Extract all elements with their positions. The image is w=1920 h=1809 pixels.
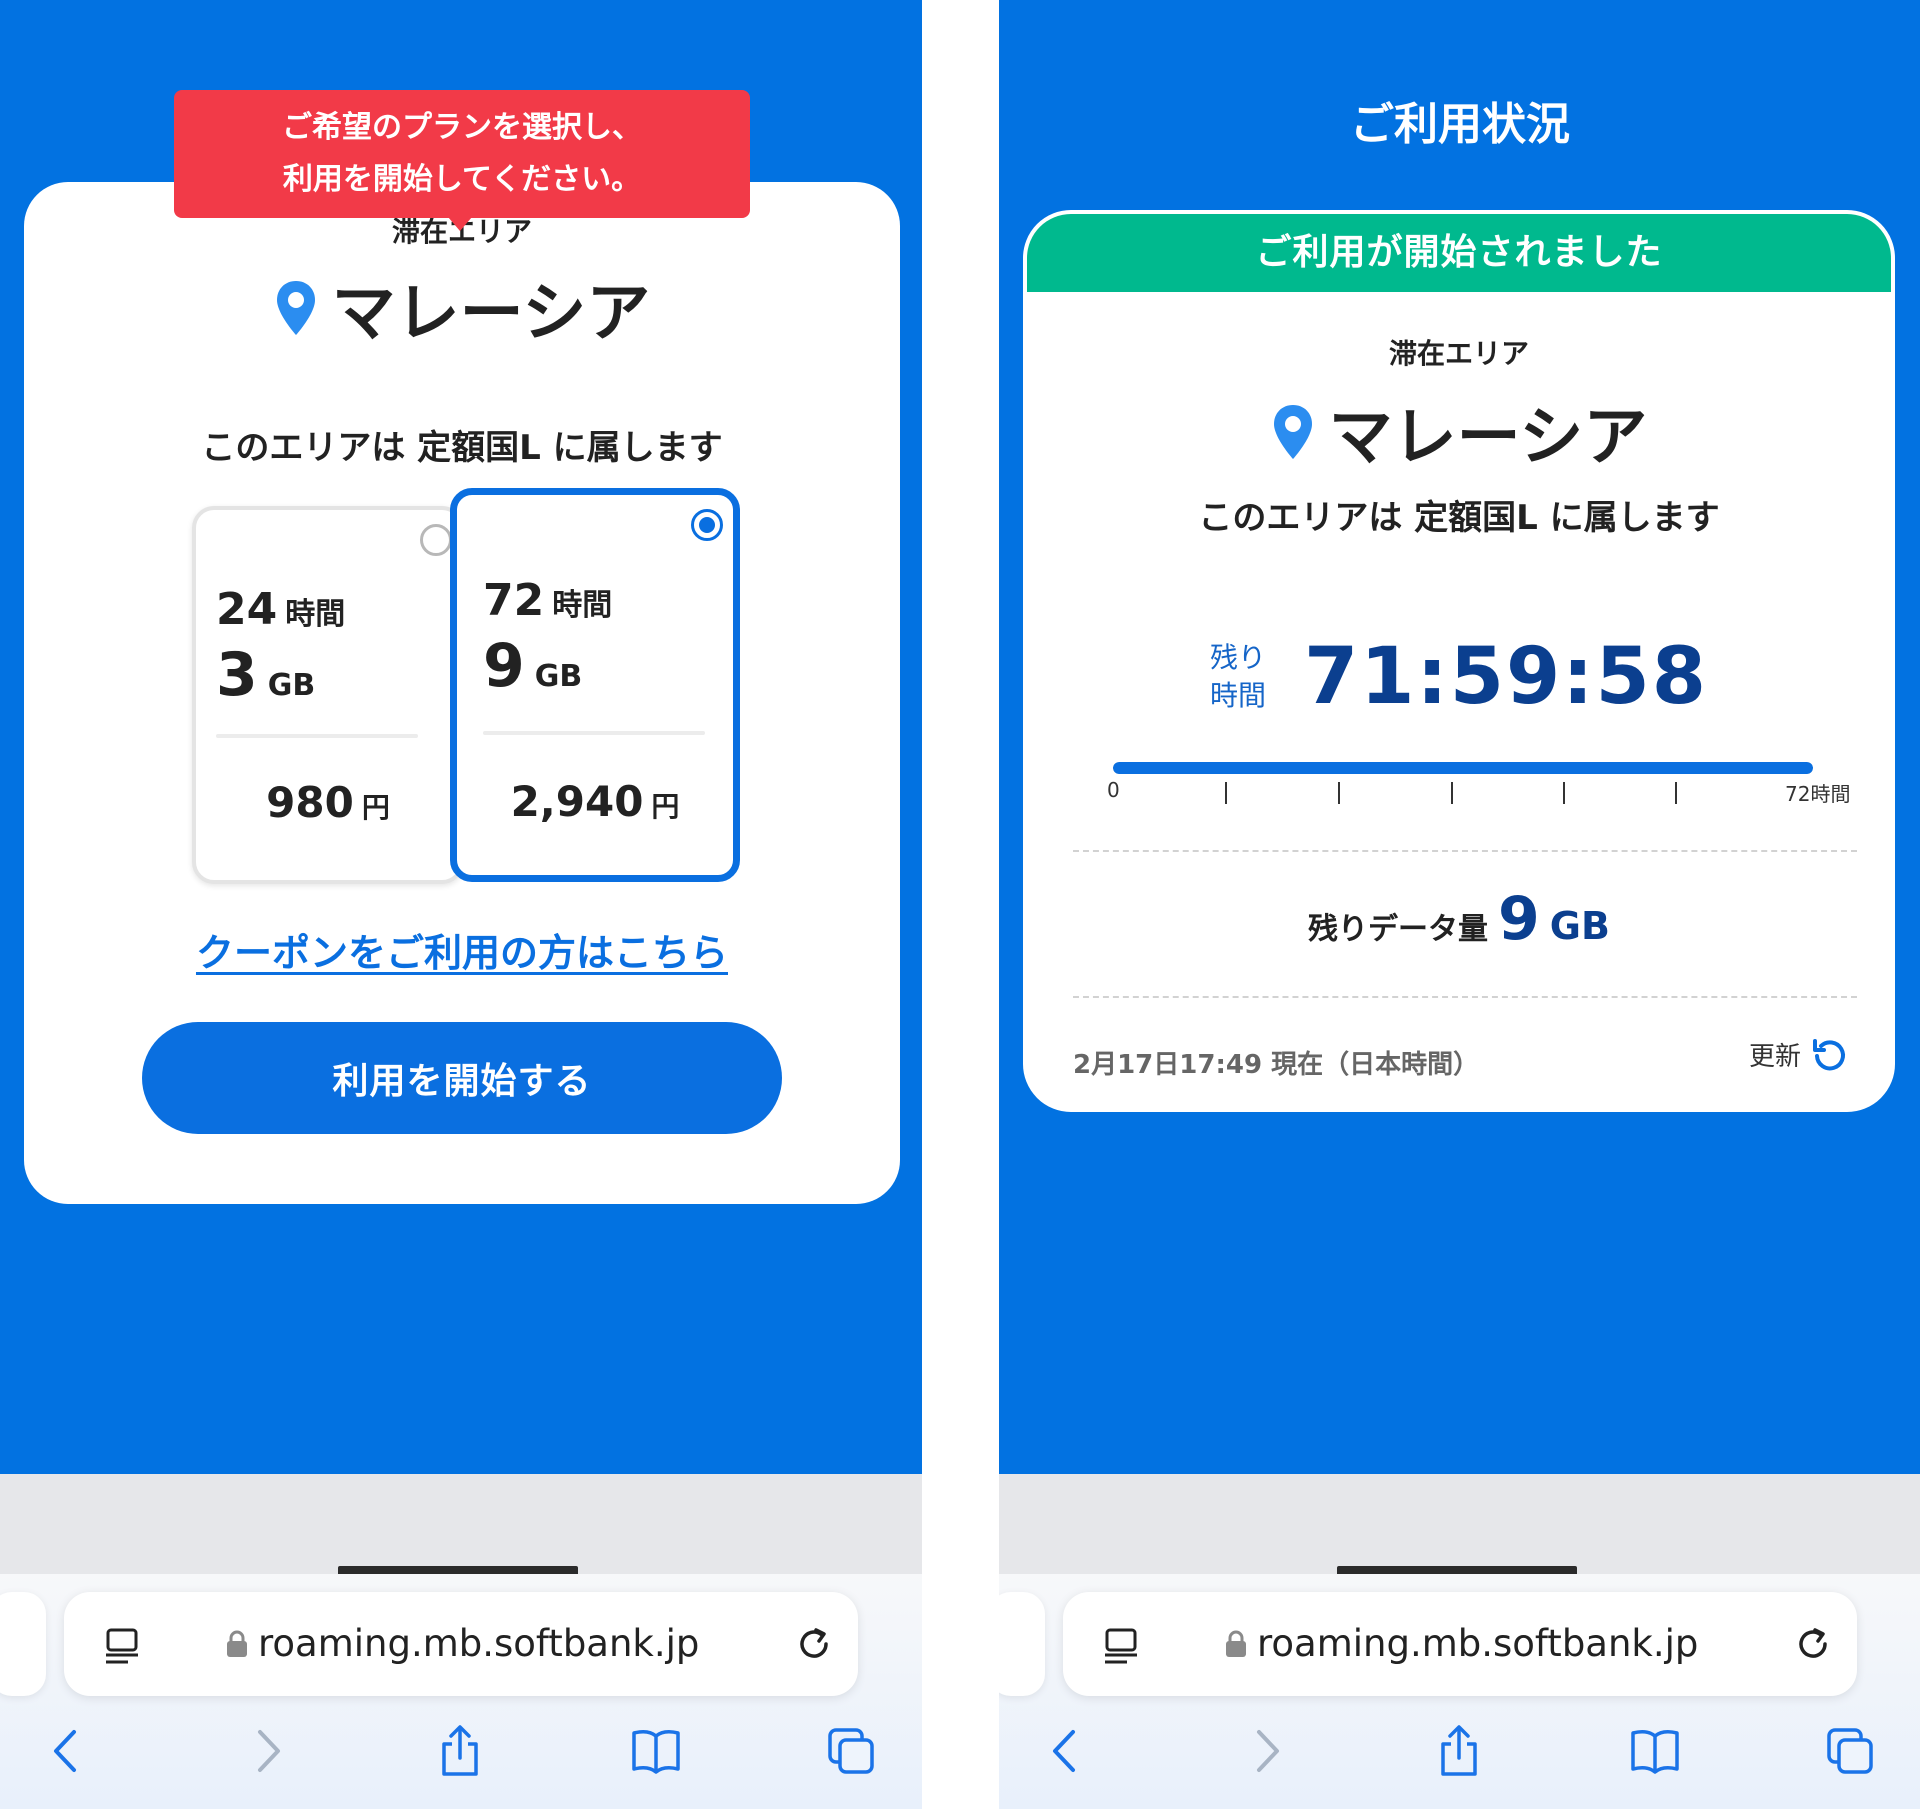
remaining-time-value: 71:59:58 (1303, 632, 1709, 722)
refresh-icon[interactable] (1811, 1037, 1847, 1073)
plan-option-24h[interactable]: 24 時間 3 GB 980 円 (192, 506, 464, 884)
plan-price: 2,940 円 (510, 777, 680, 826)
status-banner: ご利用が開始されました (1027, 214, 1891, 292)
plan-radio-24h[interactable] (420, 524, 452, 556)
footer-band (0, 1474, 922, 1574)
lock-icon (227, 1630, 247, 1657)
plan-divider (483, 731, 705, 735)
remaining-data-label: 残りデータ量 (1308, 912, 1489, 947)
remaining-data-value: 9 (1498, 884, 1540, 954)
url-display[interactable]: roaming.mb.softbank.jp (226, 1620, 786, 1668)
remaining-data-row: 残りデータ量 9 GB (1027, 884, 1891, 954)
browser-toolbar (0, 1714, 922, 1794)
location-pin-icon (276, 281, 315, 335)
scale-tick (1338, 782, 1340, 804)
previous-tab-stub[interactable] (0, 1592, 46, 1696)
reload-icon[interactable] (1791, 1622, 1835, 1666)
phone-usage-status: ご利用状況 ご利用が開始されました 滞在エリア マレーシア このエリアは 定額国… (999, 0, 1920, 1809)
instruction-tooltip: ご希望のプランを選択し、 利用を開始してください。 (174, 90, 750, 218)
country-name: マレーシア (331, 277, 651, 351)
reader-icon[interactable] (1101, 1626, 1141, 1666)
plan-price: 980 円 (266, 778, 390, 827)
scale-start-label: 0 (1107, 778, 1120, 802)
footer-logo (1337, 1566, 1577, 1574)
plan-group-text: このエリアは 定額国L に属します (1198, 498, 1720, 538)
address-bar[interactable]: roaming.mb.softbank.jp (64, 1592, 858, 1696)
share-icon[interactable] (1433, 1724, 1485, 1778)
lock-icon (1226, 1630, 1246, 1657)
timestamp: 2月17日17:49 現在（日本時間） (1073, 1050, 1480, 1080)
footer-logo (338, 1566, 578, 1574)
plan-card: 滞在エリア マレーシア このエリアは 定額国L に属します 24時間 3GB (24, 182, 900, 1204)
scale-tick (1451, 782, 1453, 804)
forward-icon[interactable] (240, 1724, 292, 1778)
footer-band (999, 1474, 1920, 1574)
url-display[interactable]: roaming.mb.softbank.jp (1225, 1620, 1785, 1668)
url-text: roaming.mb.softbank.jp (1257, 1622, 1699, 1665)
remaining-data-unit: GB (1549, 904, 1610, 948)
url-text: roaming.mb.softbank.jp (258, 1622, 700, 1665)
browser-toolbar (999, 1714, 1920, 1794)
refresh-label: 更新 (1748, 1042, 1801, 1072)
dashed-divider (1073, 996, 1857, 998)
remaining-time-row: 残り 時間 71:59:58 (1027, 632, 1891, 722)
screenshot-pair: 滞在エリア マレーシア このエリアは 定額国L に属します 24時間 3GB (0, 0, 1920, 1809)
phone-plan-select: 滞在エリア マレーシア このエリアは 定額国L に属します 24時間 3GB (0, 0, 922, 1809)
scale-end-label: 72時間 (1785, 782, 1851, 806)
country-name-row: マレーシア (24, 262, 900, 354)
back-icon[interactable] (42, 1724, 94, 1778)
tabs-icon[interactable] (826, 1724, 878, 1778)
browser-chrome: roaming.mb.softbank.jp (999, 1574, 1920, 1809)
plan-data: 3 GB (216, 640, 316, 710)
start-button[interactable]: 利用を開始する (142, 1022, 782, 1134)
plan-hours: 72 時間 (483, 575, 613, 626)
dashed-divider (1073, 850, 1857, 852)
previous-tab-stub[interactable] (999, 1592, 1045, 1696)
reader-icon[interactable] (102, 1626, 142, 1666)
tabs-icon[interactable] (1825, 1724, 1877, 1778)
remaining-time-label: 残り 時間 (1209, 641, 1266, 712)
usage-card: ご利用が開始されました 滞在エリア マレーシア このエリアは 定額国L に属しま… (1023, 210, 1895, 1112)
plan-data: 9 GB (483, 631, 583, 701)
browser-chrome: roaming.mb.softbank.jp (0, 1574, 922, 1809)
tooltip-line-1: ご希望のプランを選択し、 (282, 110, 642, 145)
reload-icon[interactable] (792, 1622, 836, 1666)
scale-tick (1225, 782, 1227, 804)
plan-group-text: このエリアは 定額国L に属します (201, 428, 723, 468)
share-icon[interactable] (434, 1724, 486, 1778)
location-pin-icon (1273, 405, 1312, 459)
bookmarks-icon[interactable] (1629, 1724, 1681, 1778)
scale-tick (1563, 782, 1565, 804)
forward-icon[interactable] (1239, 1724, 1291, 1778)
address-bar[interactable]: roaming.mb.softbank.jp (1063, 1592, 1857, 1696)
plan-radio-72h[interactable] (691, 509, 723, 541)
refresh-button[interactable]: 更新 (1749, 1036, 1847, 1073)
area-label: 滞在エリア (1388, 337, 1529, 370)
bookmarks-icon[interactable] (630, 1724, 682, 1778)
coupon-link[interactable]: クーポンをご利用の方はこちら (24, 922, 900, 977)
plan-option-72h[interactable]: 72 時間 9 GB 2,940 円 (450, 488, 740, 882)
page-title: ご利用状況 (1350, 99, 1570, 150)
country-name-row: マレーシア (1027, 386, 1891, 478)
scale-tick (1675, 782, 1677, 804)
back-icon[interactable] (1041, 1724, 1093, 1778)
time-progress-bar (1113, 762, 1813, 774)
time-progress-fill (1113, 762, 1813, 774)
plan-divider (216, 734, 418, 738)
country-name: マレーシア (1328, 401, 1648, 475)
plan-hours: 24 時間 (216, 584, 346, 635)
tooltip-arrow (448, 217, 472, 231)
tooltip-line-2: 利用を開始してください。 (282, 162, 642, 197)
